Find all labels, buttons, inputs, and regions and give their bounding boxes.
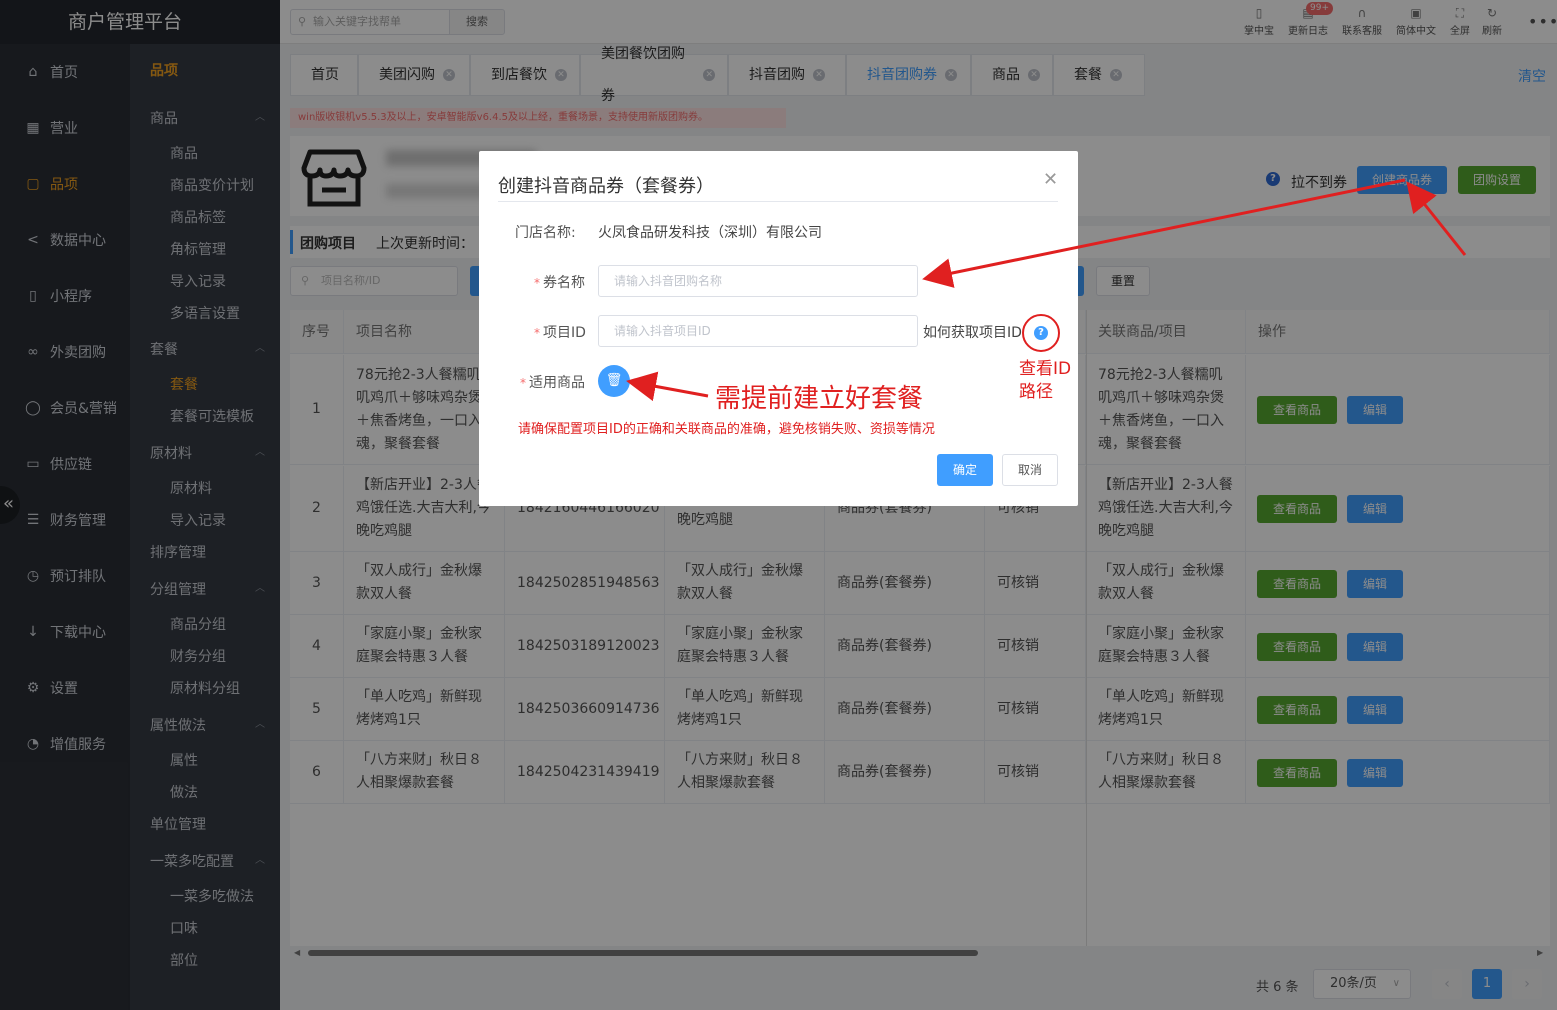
- coupon-name-input[interactable]: 请输入抖音团购名称: [598, 265, 918, 297]
- store-name-value: 火凤食品研发科技（深圳）有限公司: [598, 225, 822, 241]
- annotation-prep-text: 需提前建立好套餐: [715, 384, 924, 414]
- store-name-label: 门店名称:: [515, 225, 576, 241]
- annotation-view-id-text: 查看ID 路径: [1019, 359, 1072, 402]
- confirm-button[interactable]: 确定: [937, 454, 993, 486]
- close-icon[interactable]: ✕: [1043, 169, 1058, 190]
- project-id-input[interactable]: 请输入抖音项目ID: [598, 315, 918, 347]
- warning-text: 请确保配置项目ID的正确和关联商品的准确，避免核销失败、资损等情况: [518, 422, 935, 437]
- project-id-label: * 项目ID: [534, 325, 586, 341]
- how-to-get-id-link[interactable]: 如何获取项目ID: [923, 322, 1022, 342]
- coupon-name-label: * 券名称: [534, 275, 585, 291]
- highlight-circle: [1022, 314, 1060, 352]
- create-coupon-dialog: 创建抖音商品券（套餐券） ✕ 门店名称: 火凤食品研发科技（深圳）有限公司 * 券…: [479, 151, 1078, 506]
- applicable-products-label: * 适用商品: [520, 375, 585, 391]
- dialog-title: 创建抖音商品券（套餐券）: [498, 176, 714, 197]
- trash-icon[interactable]: 🗑: [598, 365, 630, 397]
- cancel-button[interactable]: 取消: [1002, 454, 1058, 486]
